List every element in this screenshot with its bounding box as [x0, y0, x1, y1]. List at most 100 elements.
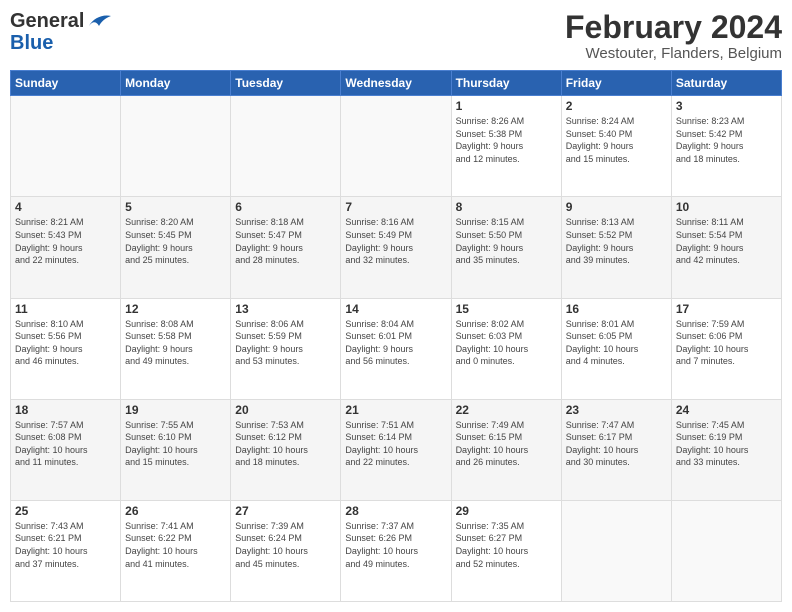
col-thursday: Thursday	[451, 71, 561, 96]
day-number: 4	[15, 200, 116, 214]
day-number: 16	[566, 302, 667, 316]
table-row: 10 Sunrise: 8:11 AM Sunset: 5:54 PM Dayli…	[671, 197, 781, 298]
table-row: 29 Sunrise: 7:35 AM Sunset: 6:27 PM Dayli…	[451, 500, 561, 601]
day-number: 13	[235, 302, 336, 316]
day-number: 26	[125, 504, 226, 518]
day-info: Sunrise: 7:59 AM Sunset: 6:06 PM Dayligh…	[676, 318, 777, 368]
calendar-week-row: 4 Sunrise: 8:21 AM Sunset: 5:43 PM Daylig…	[11, 197, 782, 298]
page: General Blue February 2024 Westouter, Fl…	[0, 0, 792, 612]
day-info: Sunrise: 7:41 AM Sunset: 6:22 PM Dayligh…	[125, 520, 226, 570]
table-row: 23 Sunrise: 7:47 AM Sunset: 6:17 PM Dayli…	[561, 399, 671, 500]
col-monday: Monday	[121, 71, 231, 96]
day-number: 21	[345, 403, 446, 417]
calendar-week-row: 1 Sunrise: 8:26 AM Sunset: 5:38 PM Daylig…	[11, 96, 782, 197]
day-number: 29	[456, 504, 557, 518]
table-row: 2 Sunrise: 8:24 AM Sunset: 5:40 PM Daylig…	[561, 96, 671, 197]
col-tuesday: Tuesday	[231, 71, 341, 96]
logo-general: General	[10, 10, 84, 32]
table-row: 14Sunrise: 8:04 AM Sunset: 6:01 PM Dayli…	[341, 298, 451, 399]
day-info: Sunrise: 7:51 AM Sunset: 6:14 PM Dayligh…	[345, 419, 446, 469]
calendar-week-row: 18 Sunrise: 7:57 AM Sunset: 6:08 PM Dayli…	[11, 399, 782, 500]
day-number: 18	[15, 403, 116, 417]
day-info: Sunrise: 7:53 AM Sunset: 6:12 PM Dayligh…	[235, 419, 336, 469]
day-info: Sunrise: 8:26 AM Sunset: 5:38 PM Dayligh…	[456, 115, 557, 165]
day-number: 3	[676, 99, 777, 113]
day-number: 20	[235, 403, 336, 417]
day-info: Sunrise: 8:01 AM Sunset: 6:05 PM Dayligh…	[566, 318, 667, 368]
table-row: 22 Sunrise: 7:49 AM Sunset: 6:15 PM Dayli…	[451, 399, 561, 500]
table-row	[11, 96, 121, 197]
table-row: 4 Sunrise: 8:21 AM Sunset: 5:43 PM Daylig…	[11, 197, 121, 298]
col-saturday: Saturday	[671, 71, 781, 96]
table-row	[341, 96, 451, 197]
day-info: Sunrise: 8:04 AM Sunset: 6:01 PM Dayligh…	[345, 318, 446, 368]
table-row: 13 Sunrise: 8:06 AM Sunset: 5:59 PM Dayli…	[231, 298, 341, 399]
logo-blue: Blue	[10, 32, 113, 54]
day-info: Sunrise: 8:18 AM Sunset: 5:47 PM Dayligh…	[235, 216, 336, 266]
day-info: Sunrise: 7:55 AM Sunset: 6:10 PM Dayligh…	[125, 419, 226, 469]
table-row: 3 Sunrise: 8:23 AM Sunset: 5:42 PM Daylig…	[671, 96, 781, 197]
day-number: 9	[566, 200, 667, 214]
day-number: 11	[15, 302, 116, 316]
table-row: 16 Sunrise: 8:01 AM Sunset: 6:05 PM Dayli…	[561, 298, 671, 399]
day-info: Sunrise: 8:23 AM Sunset: 5:42 PM Dayligh…	[676, 115, 777, 165]
col-friday: Friday	[561, 71, 671, 96]
day-info: Sunrise: 8:06 AM Sunset: 5:59 PM Dayligh…	[235, 318, 336, 368]
table-row: 6 Sunrise: 8:18 AM Sunset: 5:47 PM Daylig…	[231, 197, 341, 298]
day-number: 27	[235, 504, 336, 518]
day-info: Sunrise: 8:24 AM Sunset: 5:40 PM Dayligh…	[566, 115, 667, 165]
day-number: 1	[456, 99, 557, 113]
table-row: 27 Sunrise: 7:39 AM Sunset: 6:24 PM Dayli…	[231, 500, 341, 601]
day-number: 24	[676, 403, 777, 417]
day-info: Sunrise: 7:35 AM Sunset: 6:27 PM Dayligh…	[456, 520, 557, 570]
calendar-header-row: Sunday Monday Tuesday Wednesday Thursday…	[11, 71, 782, 96]
title-block: February 2024 Westouter, Flanders, Belgi…	[565, 10, 782, 62]
day-number: 23	[566, 403, 667, 417]
table-row: 15Sunrise: 8:02 AM Sunset: 6:03 PM Dayli…	[451, 298, 561, 399]
day-info: Sunrise: 8:21 AM Sunset: 5:43 PM Dayligh…	[15, 216, 116, 266]
table-row: 5 Sunrise: 8:20 AM Sunset: 5:45 PM Daylig…	[121, 197, 231, 298]
day-info: Sunrise: 8:15 AM Sunset: 5:50 PM Dayligh…	[456, 216, 557, 266]
day-info: Sunrise: 8:08 AM Sunset: 5:58 PM Dayligh…	[125, 318, 226, 368]
table-row	[231, 96, 341, 197]
table-row: 21 Sunrise: 7:51 AM Sunset: 6:14 PM Dayli…	[341, 399, 451, 500]
table-row: 28 Sunrise: 7:37 AM Sunset: 6:26 PM Dayli…	[341, 500, 451, 601]
logo-bird-icon	[85, 12, 113, 30]
col-wednesday: Wednesday	[341, 71, 451, 96]
table-row: 19Sunrise: 7:55 AM Sunset: 6:10 PM Dayli…	[121, 399, 231, 500]
calendar-week-row: 11 Sunrise: 8:10 AM Sunset: 5:56 PM Dayli…	[11, 298, 782, 399]
table-row: 18 Sunrise: 7:57 AM Sunset: 6:08 PM Dayli…	[11, 399, 121, 500]
day-info: Sunrise: 7:47 AM Sunset: 6:17 PM Dayligh…	[566, 419, 667, 469]
day-info: Sunrise: 8:02 AM Sunset: 6:03 PM Dayligh…	[456, 318, 557, 368]
day-info: Sunrise: 8:13 AM Sunset: 5:52 PM Dayligh…	[566, 216, 667, 266]
col-sunday: Sunday	[11, 71, 121, 96]
table-row: 24 Sunrise: 7:45 AM Sunset: 6:19 PM Dayli…	[671, 399, 781, 500]
day-info: Sunrise: 8:16 AM Sunset: 5:49 PM Dayligh…	[345, 216, 446, 266]
day-info: Sunrise: 8:10 AM Sunset: 5:56 PM Dayligh…	[15, 318, 116, 368]
day-number: 28	[345, 504, 446, 518]
table-row: 12Sunrise: 8:08 AM Sunset: 5:58 PM Dayli…	[121, 298, 231, 399]
day-info: Sunrise: 8:11 AM Sunset: 5:54 PM Dayligh…	[676, 216, 777, 266]
day-info: Sunrise: 7:57 AM Sunset: 6:08 PM Dayligh…	[15, 419, 116, 469]
day-info: Sunrise: 7:45 AM Sunset: 6:19 PM Dayligh…	[676, 419, 777, 469]
calendar-table: Sunday Monday Tuesday Wednesday Thursday…	[10, 70, 782, 602]
table-row	[671, 500, 781, 601]
table-row: 11 Sunrise: 8:10 AM Sunset: 5:56 PM Dayli…	[11, 298, 121, 399]
day-number: 22	[456, 403, 557, 417]
day-number: 2	[566, 99, 667, 113]
day-info: Sunrise: 7:39 AM Sunset: 6:24 PM Dayligh…	[235, 520, 336, 570]
table-row: 8 Sunrise: 8:15 AM Sunset: 5:50 PM Daylig…	[451, 197, 561, 298]
day-number: 5	[125, 200, 226, 214]
table-row: 25Sunrise: 7:43 AM Sunset: 6:21 PM Dayli…	[11, 500, 121, 601]
day-info: Sunrise: 7:49 AM Sunset: 6:15 PM Dayligh…	[456, 419, 557, 469]
table-row: 9 Sunrise: 8:13 AM Sunset: 5:52 PM Daylig…	[561, 197, 671, 298]
table-row: 26 Sunrise: 7:41 AM Sunset: 6:22 PM Dayli…	[121, 500, 231, 601]
table-row: 1 Sunrise: 8:26 AM Sunset: 5:38 PM Daylig…	[451, 96, 561, 197]
table-row: 7Sunrise: 8:16 AM Sunset: 5:49 PM Daylig…	[341, 197, 451, 298]
day-number: 6	[235, 200, 336, 214]
day-number: 10	[676, 200, 777, 214]
day-info: Sunrise: 8:20 AM Sunset: 5:45 PM Dayligh…	[125, 216, 226, 266]
day-info: Sunrise: 7:37 AM Sunset: 6:26 PM Dayligh…	[345, 520, 446, 570]
table-row: 20 Sunrise: 7:53 AM Sunset: 6:12 PM Dayli…	[231, 399, 341, 500]
day-number: 8	[456, 200, 557, 214]
